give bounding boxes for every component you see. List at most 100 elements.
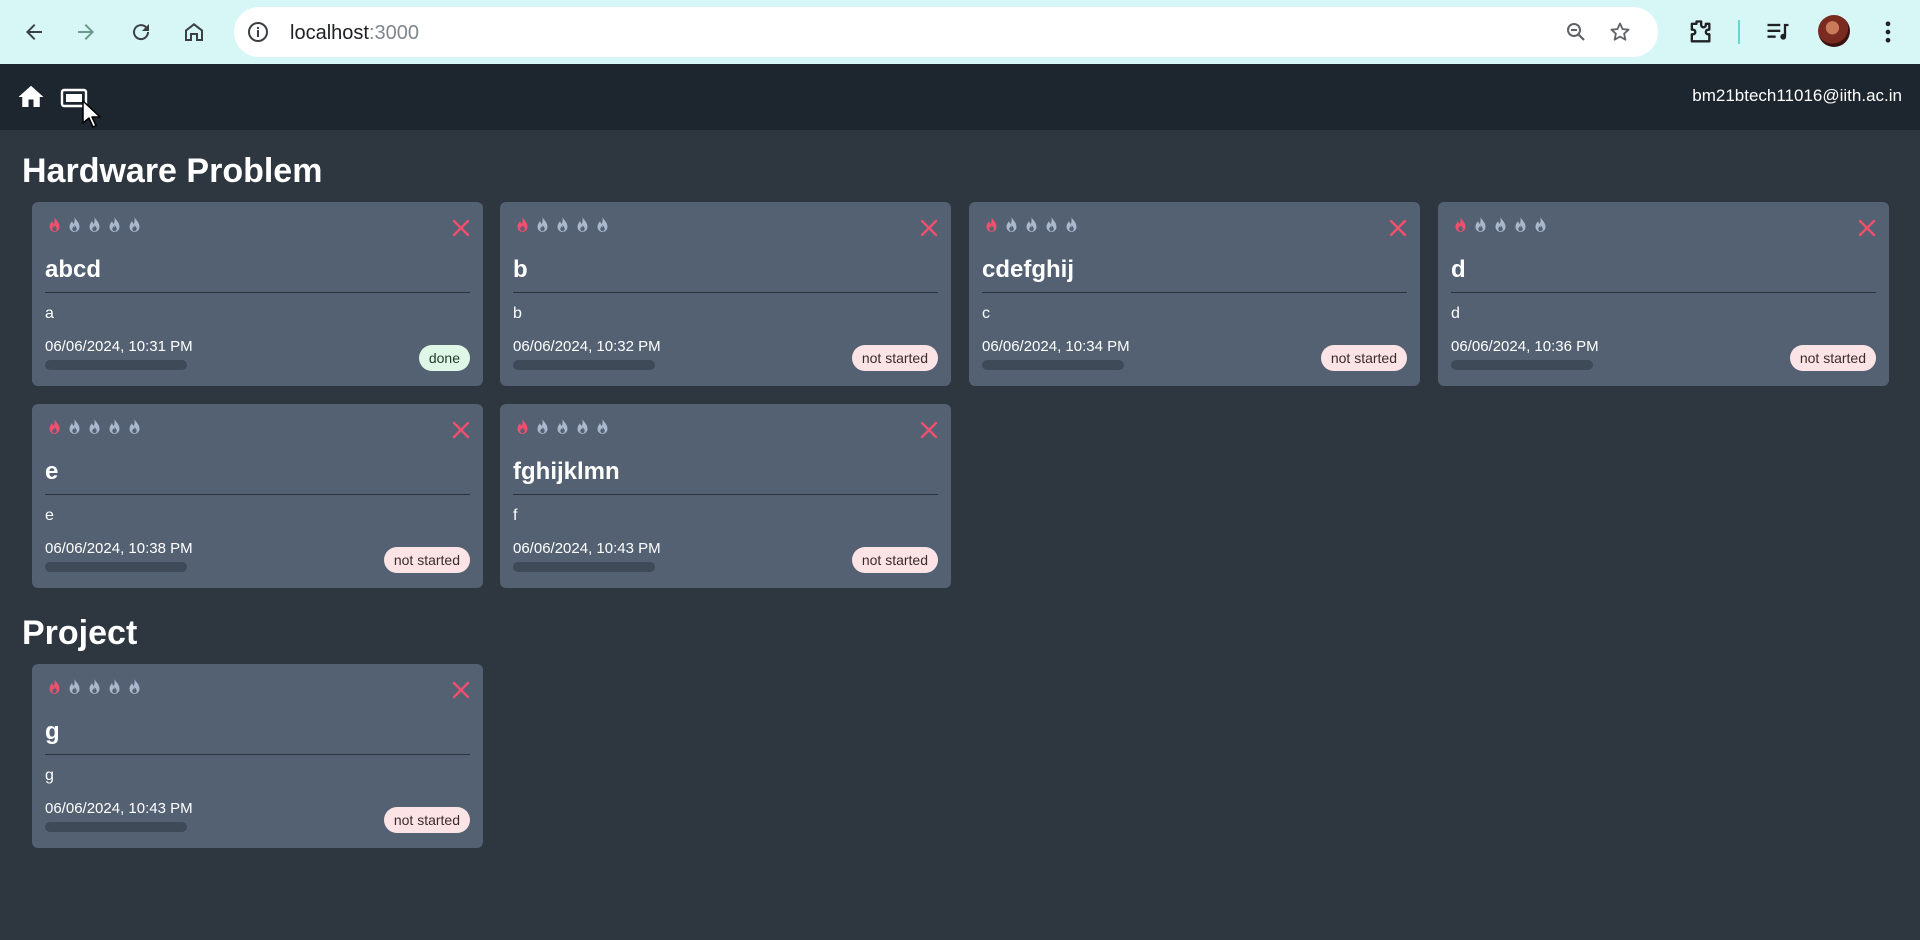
close-icon[interactable] bbox=[451, 420, 471, 440]
priority-rating[interactable] bbox=[1452, 216, 1549, 235]
priority-flame-icon[interactable] bbox=[1512, 216, 1529, 235]
task-card[interactable]: b b 06/06/2024, 10:32 PM not started bbox=[500, 202, 951, 386]
status-badge[interactable]: not started bbox=[383, 547, 470, 573]
card-title: abcd bbox=[45, 256, 102, 283]
priority-rating[interactable] bbox=[46, 418, 143, 437]
media-queue-icon[interactable] bbox=[1764, 18, 1792, 46]
card-divider bbox=[45, 754, 470, 755]
priority-flame-icon[interactable] bbox=[1043, 216, 1060, 235]
close-icon[interactable] bbox=[919, 420, 939, 440]
url-host: localhost bbox=[290, 22, 369, 44]
home-outline-icon bbox=[185, 23, 203, 41]
priority-flame-icon[interactable] bbox=[66, 216, 83, 235]
bookmark-star-icon[interactable] bbox=[1608, 20, 1632, 44]
priority-flame-icon[interactable] bbox=[1492, 216, 1509, 235]
card-progress-bar bbox=[982, 360, 1124, 370]
priority-flame-icon[interactable] bbox=[126, 216, 143, 235]
close-icon[interactable] bbox=[919, 218, 939, 238]
priority-flame-icon[interactable] bbox=[514, 216, 531, 235]
status-badge[interactable]: not started bbox=[1789, 345, 1876, 371]
app-navbar: bm21btech11016@iith.ac.in bbox=[0, 64, 1920, 130]
card-progress-bar bbox=[45, 360, 187, 370]
reload-button[interactable] bbox=[121, 12, 161, 52]
priority-flame-icon[interactable] bbox=[106, 678, 123, 697]
address-bar[interactable]: localhost:3000 bbox=[234, 7, 1658, 57]
status-badge[interactable]: not started bbox=[383, 807, 470, 833]
priority-flame-icon[interactable] bbox=[46, 678, 63, 697]
extensions-puzzle-icon[interactable] bbox=[1686, 18, 1714, 46]
profile-avatar[interactable] bbox=[1818, 15, 1850, 47]
priority-rating[interactable] bbox=[514, 418, 611, 437]
priority-flame-icon[interactable] bbox=[126, 678, 143, 697]
priority-flame-icon[interactable] bbox=[86, 418, 103, 437]
card-description: b bbox=[513, 305, 522, 322]
priority-flame-icon[interactable] bbox=[106, 418, 123, 437]
card-date: 06/06/2024, 10:34 PM bbox=[982, 338, 1130, 355]
zoom-out-icon[interactable] bbox=[1564, 20, 1588, 44]
priority-flame-icon[interactable] bbox=[534, 418, 551, 437]
url-text: localhost:3000 bbox=[290, 22, 419, 45]
priority-flame-icon[interactable] bbox=[594, 216, 611, 235]
section-title: Project bbox=[22, 614, 138, 652]
close-icon[interactable] bbox=[1857, 218, 1877, 238]
task-card[interactable]: cdefghij c 06/06/2024, 10:34 PM not started bbox=[969, 202, 1420, 386]
info-icon[interactable] bbox=[246, 20, 270, 44]
priority-rating[interactable] bbox=[983, 216, 1080, 235]
card-title: d bbox=[1451, 256, 1466, 283]
status-badge[interactable]: not started bbox=[851, 345, 938, 371]
status-badge[interactable]: not started bbox=[851, 547, 938, 573]
task-card[interactable]: fghijklmn f 06/06/2024, 10:43 PM not starte… bbox=[500, 404, 951, 588]
priority-flame-icon[interactable] bbox=[554, 216, 571, 235]
card-progress-bar bbox=[513, 360, 655, 370]
browser-toolbar: localhost:3000 bbox=[0, 0, 1920, 64]
priority-flame-icon[interactable] bbox=[574, 216, 591, 235]
status-badge[interactable]: not started bbox=[1320, 345, 1407, 371]
card-divider bbox=[45, 494, 470, 495]
task-card[interactable]: abcd a 06/06/2024, 10:31 PM done bbox=[32, 202, 483, 386]
priority-flame-icon[interactable] bbox=[86, 216, 103, 235]
more-menu-icon[interactable] bbox=[1874, 18, 1902, 46]
close-icon[interactable] bbox=[451, 680, 471, 700]
priority-rating[interactable] bbox=[46, 678, 143, 697]
priority-flame-icon[interactable] bbox=[1003, 216, 1020, 235]
priority-rating[interactable] bbox=[514, 216, 611, 235]
priority-flame-icon[interactable] bbox=[66, 418, 83, 437]
close-icon[interactable] bbox=[451, 218, 471, 238]
task-card[interactable]: e e 06/06/2024, 10:38 PM not started bbox=[32, 404, 483, 588]
priority-flame-icon[interactable] bbox=[1063, 216, 1080, 235]
card-divider bbox=[45, 292, 470, 293]
priority-flame-icon[interactable] bbox=[1532, 216, 1549, 235]
mouse-cursor-icon bbox=[82, 100, 101, 128]
priority-flame-icon[interactable] bbox=[534, 216, 551, 235]
priority-flame-icon[interactable] bbox=[554, 418, 571, 437]
card-description: f bbox=[513, 507, 518, 524]
priority-flame-icon[interactable] bbox=[46, 216, 63, 235]
card-description: e bbox=[45, 507, 54, 524]
priority-rating[interactable] bbox=[46, 216, 143, 235]
priority-flame-icon[interactable] bbox=[983, 216, 1000, 235]
priority-flame-icon[interactable] bbox=[106, 216, 123, 235]
home-icon[interactable] bbox=[16, 82, 46, 112]
close-icon[interactable] bbox=[1388, 218, 1408, 238]
priority-flame-icon[interactable] bbox=[594, 418, 611, 437]
card-progress-bar bbox=[45, 562, 187, 572]
priority-flame-icon[interactable] bbox=[46, 418, 63, 437]
priority-flame-icon[interactable] bbox=[1452, 216, 1469, 235]
card-date: 06/06/2024, 10:36 PM bbox=[1451, 338, 1599, 355]
priority-flame-icon[interactable] bbox=[1023, 216, 1040, 235]
section-title: Hardware Problem bbox=[22, 152, 323, 190]
home-button[interactable] bbox=[174, 12, 214, 52]
forward-button[interactable] bbox=[66, 12, 106, 52]
priority-flame-icon[interactable] bbox=[514, 418, 531, 437]
priority-flame-icon[interactable] bbox=[86, 678, 103, 697]
priority-flame-icon[interactable] bbox=[126, 418, 143, 437]
card-description: g bbox=[45, 767, 54, 784]
priority-flame-icon[interactable] bbox=[1472, 216, 1489, 235]
task-card[interactable]: d d 06/06/2024, 10:36 PM not started bbox=[1438, 202, 1889, 386]
task-card[interactable]: g g 06/06/2024, 10:43 PM not started bbox=[32, 664, 483, 848]
back-button[interactable] bbox=[14, 12, 54, 52]
card-description: d bbox=[1451, 305, 1460, 322]
priority-flame-icon[interactable] bbox=[66, 678, 83, 697]
status-badge[interactable]: done bbox=[418, 345, 470, 371]
priority-flame-icon[interactable] bbox=[574, 418, 591, 437]
